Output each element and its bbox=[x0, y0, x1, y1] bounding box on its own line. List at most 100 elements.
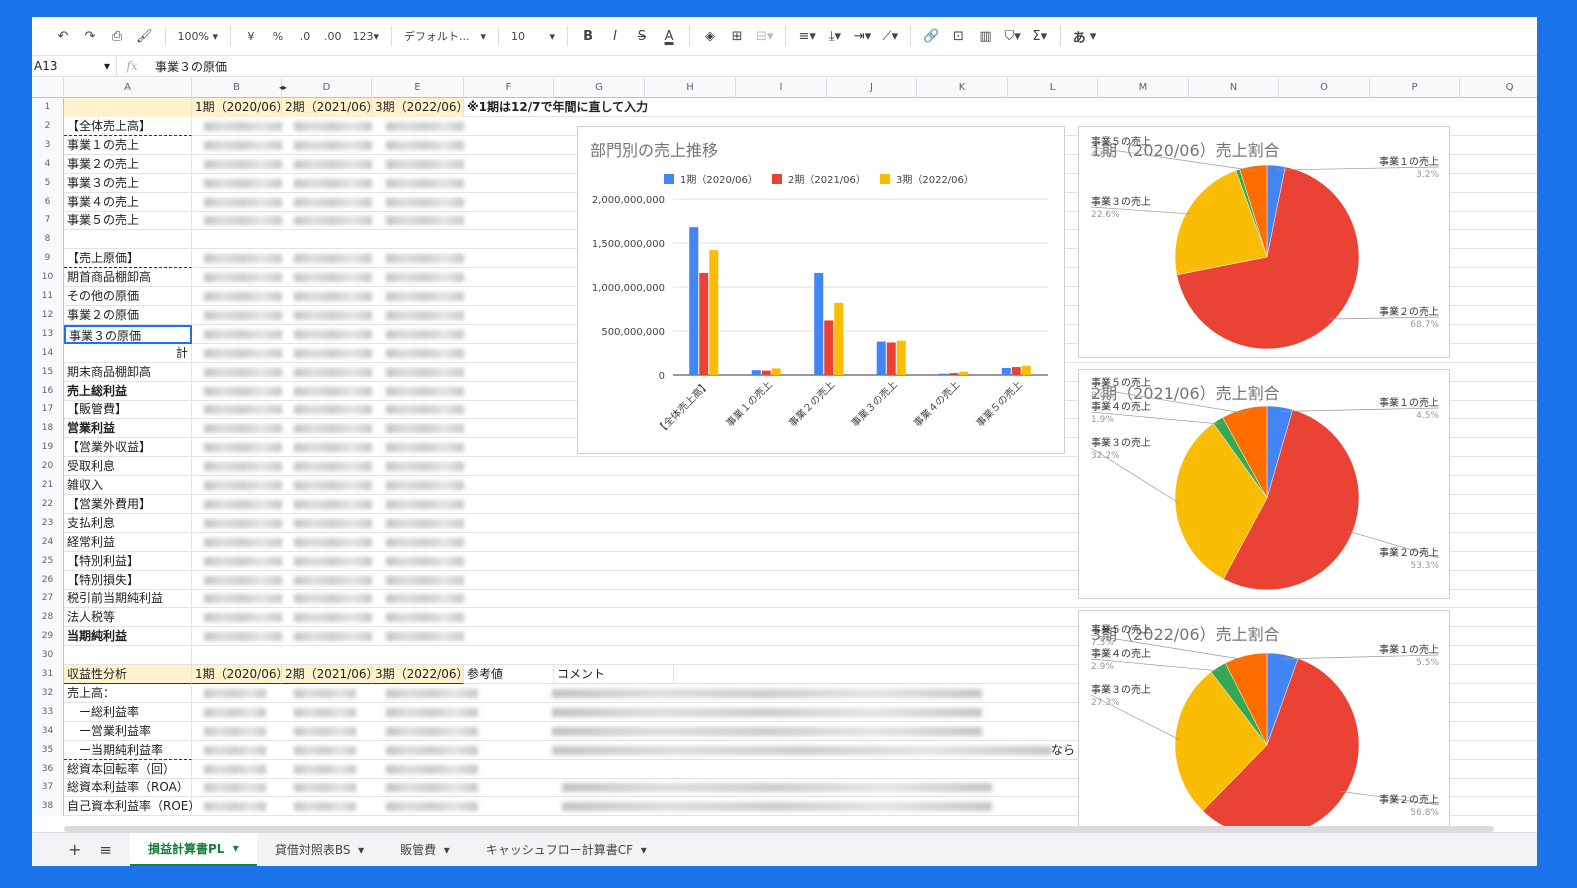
pie-chart-1[interactable]: 1期（2020/06）売上割合 事業１の売上 3.2% 事業２の売上 68.7% 事業３… bbox=[1078, 126, 1450, 358]
row-header[interactable]: 31 bbox=[32, 665, 64, 684]
selected-cell[interactable]: 事業３の原価 bbox=[64, 324, 192, 344]
vertical-align-icon[interactable]: ⤓▾ bbox=[824, 24, 846, 48]
tab-bs[interactable]: 貸借対照表BS ▾ bbox=[257, 833, 382, 867]
row-label[interactable]: 計 bbox=[64, 343, 192, 363]
row-label[interactable]: 【売上原価】 bbox=[64, 249, 192, 269]
row-header[interactable]: 9 bbox=[32, 249, 64, 269]
merge-cells-icon[interactable]: ⊟▾ bbox=[753, 24, 776, 48]
row-header[interactable]: 29 bbox=[32, 627, 64, 647]
text-color-button[interactable]: A bbox=[658, 24, 680, 48]
row-header[interactable]: 16 bbox=[32, 381, 64, 401]
functions-icon[interactable]: Σ▾ bbox=[1029, 24, 1051, 48]
text-rotate-icon[interactable]: ⟋▾ bbox=[879, 24, 901, 48]
tab-pl[interactable]: 損益計算書PL ▾ bbox=[129, 832, 257, 866]
row-label[interactable]: 期末商品棚卸高 bbox=[64, 362, 192, 382]
row-header[interactable]: 13 bbox=[32, 324, 64, 344]
font-select[interactable]: デフォルト... ▾ bbox=[401, 24, 489, 48]
row-label[interactable]: 法人税等 bbox=[64, 608, 192, 628]
analysis-header[interactable]: 1期（2020/06） bbox=[192, 665, 289, 684]
add-sheet-button[interactable]: + bbox=[32, 833, 91, 867]
insert-comment-icon[interactable]: ⊡ bbox=[947, 24, 969, 48]
row-header[interactable]: 18 bbox=[32, 419, 64, 439]
row-label[interactable]: 【全体売上高】 bbox=[64, 116, 192, 136]
pie-chart-2[interactable]: 2期（2021/06）売上割合 事業１の売上 4.5% 事業２の売上 53.3% 事業３… bbox=[1078, 369, 1450, 599]
row-label[interactable]: 売上総利益 bbox=[64, 381, 192, 401]
row-label[interactable]: 事業２の原価 bbox=[64, 305, 192, 325]
row-header[interactable]: 4 bbox=[32, 154, 64, 174]
column-header[interactable]: B bbox=[192, 78, 282, 98]
row-label[interactable]: 事業２の売上 bbox=[64, 154, 192, 174]
analysis-label[interactable]: ー総利益率 bbox=[64, 702, 192, 722]
name-box[interactable]: A13 ▾ bbox=[32, 56, 117, 76]
row-label[interactable]: 【営業外収益】 bbox=[64, 438, 192, 458]
row-label[interactable] bbox=[64, 646, 192, 666]
pie-chart-3[interactable]: 3期（2022/06）売上割合 事業１の売上 5.5% 事業２の売上 56.8% 事業３… bbox=[1078, 610, 1450, 832]
analysis-header[interactable]: 3期（2022/06） bbox=[372, 665, 469, 684]
row-header[interactable]: 38 bbox=[32, 797, 64, 817]
analysis-label[interactable]: 総資本回転率（回） bbox=[64, 759, 192, 779]
row-label[interactable] bbox=[64, 230, 192, 250]
sheet-grid[interactable]: A B D E F G H I J K L M N O P Q ◂▸ 1 1期（2020/06） 2期（2021/0… bbox=[32, 78, 1537, 832]
bar-chart[interactable]: 部門別の売上推移 1期（2020/06） 2期（2021/06） 3期（2022/0… bbox=[577, 126, 1065, 454]
row-header[interactable]: 33 bbox=[32, 702, 64, 722]
horizontal-align-icon[interactable]: ≡▾ bbox=[795, 24, 818, 48]
redo-icon[interactable]: ↷ bbox=[79, 24, 101, 48]
corner-cell[interactable] bbox=[32, 78, 64, 98]
row-label[interactable]: 期首商品棚卸高 bbox=[64, 268, 192, 288]
period-header[interactable]: 3期（2022/06） bbox=[372, 98, 469, 117]
analysis-header[interactable]: コメント bbox=[554, 665, 674, 684]
analysis-label[interactable]: 売上高： bbox=[64, 683, 192, 703]
row-label[interactable]: 【販管費】 bbox=[64, 400, 192, 420]
row-header[interactable]: 10 bbox=[32, 268, 64, 288]
format-select[interactable]: 123 ▾ bbox=[350, 24, 383, 48]
row-header[interactable]: 23 bbox=[32, 513, 64, 533]
undo-icon[interactable]: ↶ bbox=[52, 24, 74, 48]
column-header[interactable]: E bbox=[372, 78, 464, 98]
row-header[interactable]: 36 bbox=[32, 759, 64, 779]
row-label[interactable]: その他の原価 bbox=[64, 287, 192, 306]
row-label[interactable]: 雑収入 bbox=[64, 476, 192, 495]
analysis-header[interactable]: 2期（2021/06） bbox=[282, 665, 379, 684]
row-label[interactable]: 【特別利益】 bbox=[64, 551, 192, 571]
row-header[interactable]: 6 bbox=[32, 192, 64, 212]
row-label[interactable]: 営業利益 bbox=[64, 419, 192, 439]
column-header[interactable]: O bbox=[1279, 78, 1370, 98]
column-header[interactable]: F bbox=[464, 78, 554, 98]
filter-icon[interactable]: ⛉▾ bbox=[1001, 24, 1023, 48]
formula-input[interactable]: 事業３の原価 bbox=[147, 58, 227, 75]
borders-icon[interactable]: ⊞ bbox=[726, 24, 748, 48]
insert-chart-icon[interactable]: ▥ bbox=[974, 24, 996, 48]
row-label[interactable]: 事業３の売上 bbox=[64, 173, 192, 193]
row-header[interactable]: 17 bbox=[32, 400, 64, 420]
text-wrap-icon[interactable]: ⇥▾ bbox=[851, 24, 874, 48]
row-header[interactable]: 15 bbox=[32, 362, 64, 382]
bold-button[interactable]: B bbox=[577, 24, 599, 48]
all-sheets-button[interactable]: ≡ bbox=[91, 833, 130, 867]
column-header[interactable]: N bbox=[1189, 78, 1279, 98]
row-label[interactable]: 受取利息 bbox=[64, 457, 192, 477]
row-header[interactable]: 2 bbox=[32, 116, 64, 136]
cell-a1[interactable] bbox=[64, 98, 192, 117]
decrease-decimal-button[interactable]: .0 bbox=[294, 24, 316, 48]
row-header[interactable]: 1 bbox=[32, 98, 64, 117]
currency-button[interactable]: ¥ bbox=[240, 24, 262, 48]
analysis-header[interactable]: 参考値 bbox=[464, 665, 554, 684]
row-header[interactable]: 24 bbox=[32, 532, 64, 552]
row-label[interactable]: 事業４の売上 bbox=[64, 192, 192, 212]
column-header[interactable]: G bbox=[554, 78, 645, 98]
column-header[interactable]: K bbox=[917, 78, 1008, 98]
period-header[interactable]: 2期（2021/06） bbox=[282, 98, 379, 117]
analysis-header[interactable]: 収益性分析 bbox=[64, 665, 192, 684]
row-header[interactable]: 14 bbox=[32, 343, 64, 363]
row-header[interactable]: 25 bbox=[32, 551, 64, 571]
row-header[interactable]: 28 bbox=[32, 608, 64, 628]
input-tools-button[interactable]: あ ▾ bbox=[1070, 24, 1100, 48]
row-header[interactable]: 19 bbox=[32, 438, 64, 458]
fill-color-icon[interactable]: ◈ bbox=[699, 24, 721, 48]
row-header[interactable]: 35 bbox=[32, 740, 64, 760]
tab-sga[interactable]: 販管費 ▾ bbox=[382, 833, 468, 867]
analysis-label[interactable]: ー営業利益率 bbox=[64, 721, 192, 741]
row-label[interactable]: 事業１の売上 bbox=[64, 135, 192, 155]
analysis-label[interactable]: ー当期純利益率 bbox=[64, 740, 192, 760]
percent-button[interactable]: % bbox=[267, 24, 289, 48]
